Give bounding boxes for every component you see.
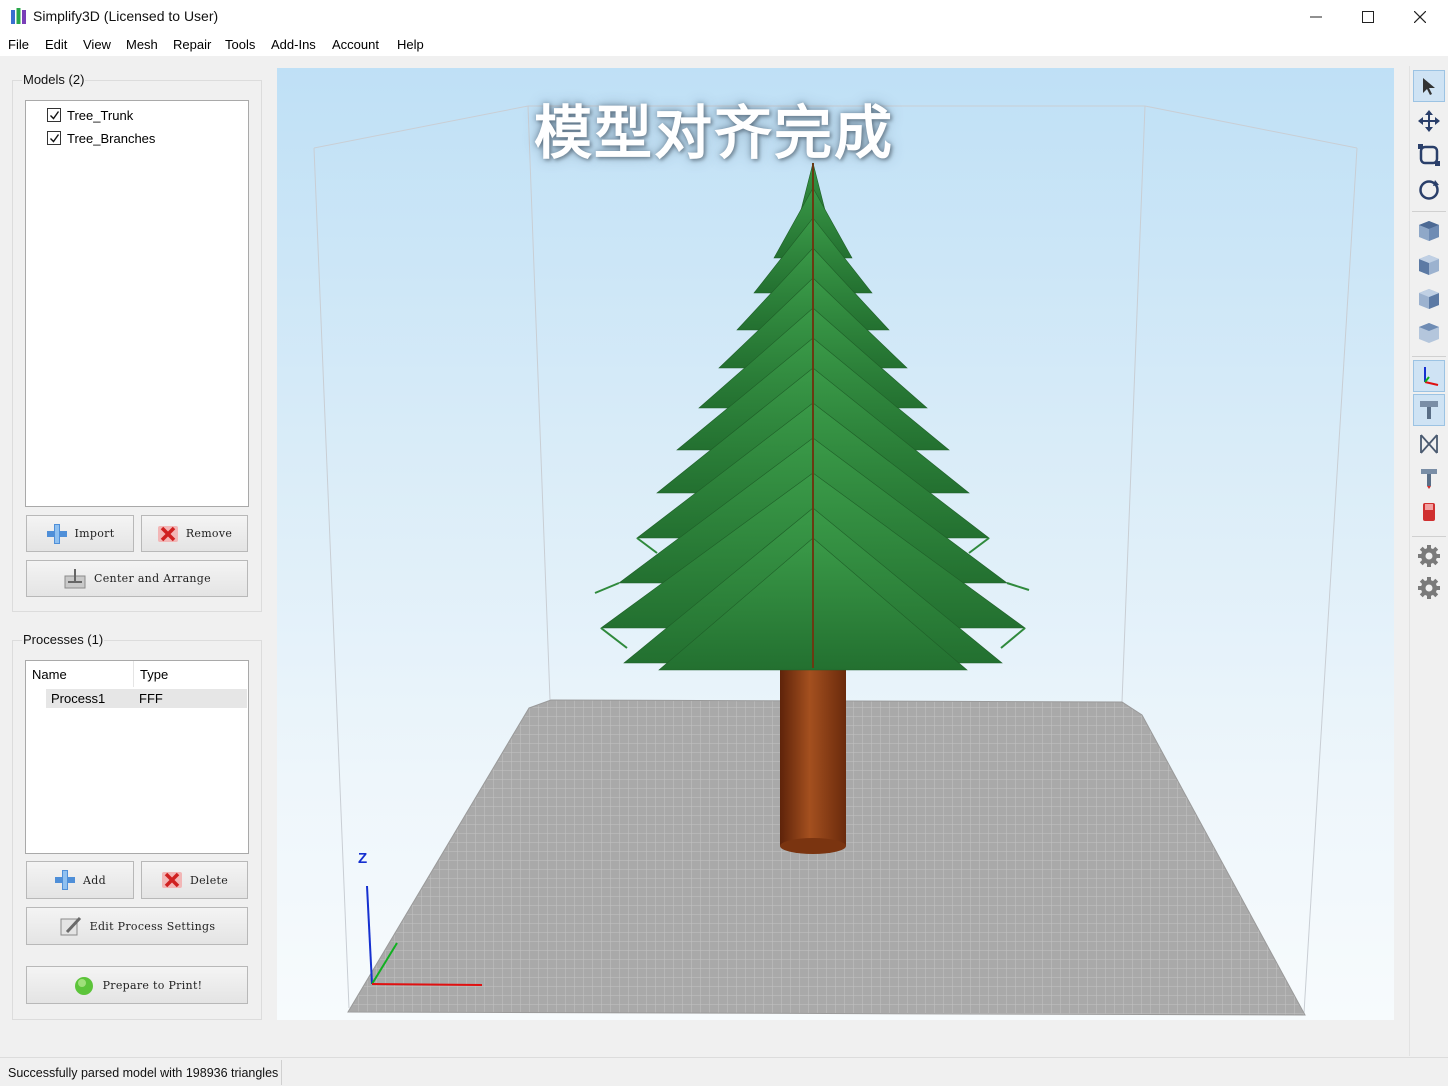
- plus-icon: [46, 523, 68, 545]
- model-item-tree-branches[interactable]: Tree_Branches: [47, 129, 155, 147]
- delete-label: Delete: [189, 873, 229, 887]
- edit-pencil-icon: [59, 915, 83, 937]
- axis-z-label: Z: [358, 850, 368, 867]
- remove-x-icon: [157, 524, 179, 544]
- options-button[interactable]: [1413, 572, 1445, 604]
- view-front-button[interactable]: [1413, 249, 1445, 281]
- prepare-to-print-button[interactable]: Prepare to Print!: [26, 966, 248, 1004]
- scale-tool-button[interactable]: [1413, 139, 1445, 171]
- remove-x-icon: [161, 870, 183, 890]
- simplify3d-window: Simplify3D (Licensed to User) File Edit …: [0, 0, 1448, 1086]
- settings-gear-icon: [1418, 545, 1440, 567]
- menu-edit[interactable]: Edit: [45, 37, 67, 52]
- table-row[interactable]: Process1 FFF: [46, 689, 247, 708]
- delete-process-button[interactable]: Delete: [141, 861, 248, 899]
- processes-panel-title: Processes (1): [22, 632, 105, 647]
- maximize-icon: [1362, 10, 1374, 23]
- plus-icon: [54, 869, 76, 891]
- tree-branches-model: [600, 162, 1026, 671]
- status-message: Successfully parsed model with 198936 tr…: [8, 1066, 279, 1080]
- rotate-tool-button[interactable]: [1413, 174, 1445, 206]
- minimize-button[interactable]: [1290, 0, 1342, 33]
- select-arrow-icon: [1423, 78, 1435, 95]
- process-type-cell: FFF: [139, 691, 163, 706]
- edit-process-settings-button[interactable]: Edit Process Settings: [26, 907, 248, 945]
- print-go-icon: [72, 974, 96, 996]
- tool-head-icon: [1421, 469, 1437, 489]
- center-and-arrange-button[interactable]: Center and Arrange: [26, 560, 248, 597]
- status-bar: Successfully parsed model with 198936 tr…: [0, 1057, 1448, 1086]
- column-header-name[interactable]: Name: [32, 667, 67, 682]
- import-button[interactable]: Import: [26, 515, 134, 552]
- remove-label: Remove: [185, 527, 233, 540]
- show-axes-button[interactable]: [1413, 360, 1445, 392]
- edit-process-settings-label: Edit Process Settings: [89, 919, 216, 933]
- processes-table[interactable]: Name Type Process1 FFF: [25, 660, 249, 854]
- show-build-volume-button[interactable]: [1413, 394, 1445, 426]
- model-item-label: Tree_Trunk: [67, 107, 134, 123]
- move-tool-button[interactable]: [1413, 105, 1445, 137]
- close-icon: [1414, 10, 1426, 23]
- view-top-button[interactable]: [1413, 317, 1445, 349]
- minimize-icon: [1310, 16, 1322, 17]
- arrange-icon: [63, 568, 87, 590]
- menu-repair[interactable]: Repair: [173, 37, 211, 52]
- menu-view[interactable]: View: [83, 37, 111, 52]
- select-tool-button[interactable]: [1413, 70, 1445, 102]
- checkmark-icon: [49, 133, 59, 143]
- view-side-button[interactable]: [1413, 283, 1445, 315]
- scale-icon: [1418, 144, 1440, 166]
- add-process-button[interactable]: Add: [26, 861, 134, 899]
- menu-help[interactable]: Help: [397, 37, 424, 52]
- view-cube-default-icon: [1419, 221, 1439, 241]
- print-bed-icon: [1423, 503, 1435, 521]
- menu-mesh[interactable]: Mesh: [126, 37, 158, 52]
- print-bed-button[interactable]: [1413, 496, 1445, 528]
- checkmark-icon: [49, 110, 59, 120]
- view-cube-front-icon: [1419, 255, 1439, 275]
- prepare-to-print-label: Prepare to Print!: [102, 978, 203, 992]
- view-cube-top-icon: [1419, 323, 1439, 343]
- 3d-viewport[interactable]: 模型对齐完成 Z: [277, 68, 1394, 1020]
- close-button[interactable]: [1394, 0, 1446, 33]
- show-build-volume-icon: [1420, 401, 1438, 419]
- column-header-type[interactable]: Type: [140, 667, 168, 682]
- processes-table-header: Name Type: [26, 661, 248, 687]
- models-panel-title: Models (2): [22, 72, 86, 87]
- center-and-arrange-label: Center and Arrange: [94, 572, 211, 585]
- model-checkbox[interactable]: [47, 131, 61, 145]
- menu-bar: File Edit View Mesh Repair Tools Add-Ins…: [0, 33, 1448, 56]
- model-item-label: Tree_Branches: [67, 130, 156, 146]
- remove-button[interactable]: Remove: [141, 515, 248, 552]
- window-title: Simplify3D (Licensed to User): [33, 8, 219, 24]
- cross-section-button[interactable]: [1413, 428, 1445, 460]
- video-caption-overlay: 模型对齐完成: [534, 99, 895, 167]
- cross-section-icon: [1420, 434, 1438, 454]
- show-axes-icon: [1424, 367, 1439, 386]
- models-list[interactable]: Tree_Trunk Tree_Branches: [25, 100, 249, 507]
- model-checkbox[interactable]: [47, 108, 61, 122]
- view-cube-side-icon: [1419, 289, 1439, 309]
- build-volume-scene: [313, 105, 1358, 1016]
- tool-head-button[interactable]: [1413, 462, 1445, 494]
- rotate-icon: [1419, 180, 1439, 200]
- menu-file[interactable]: File: [8, 37, 29, 52]
- add-label: Add: [83, 873, 106, 887]
- maximize-button[interactable]: [1342, 0, 1394, 33]
- view-toolbar: [1409, 66, 1448, 1056]
- title-bar: Simplify3D (Licensed to User): [0, 0, 1448, 33]
- import-label: Import: [74, 527, 115, 540]
- model-item-tree-trunk[interactable]: Tree_Trunk: [47, 106, 133, 124]
- menu-tools[interactable]: Tools: [225, 37, 255, 52]
- move-icon: [1418, 110, 1440, 132]
- options-gear-icon: [1418, 577, 1440, 599]
- menu-account[interactable]: Account: [332, 37, 379, 52]
- view-default-button[interactable]: [1413, 215, 1445, 247]
- app-logo-icon: [10, 7, 27, 25]
- process-name-cell: Process1: [51, 691, 106, 706]
- menu-add-ins[interactable]: Add-Ins: [271, 37, 316, 52]
- settings-button[interactable]: [1413, 540, 1445, 572]
